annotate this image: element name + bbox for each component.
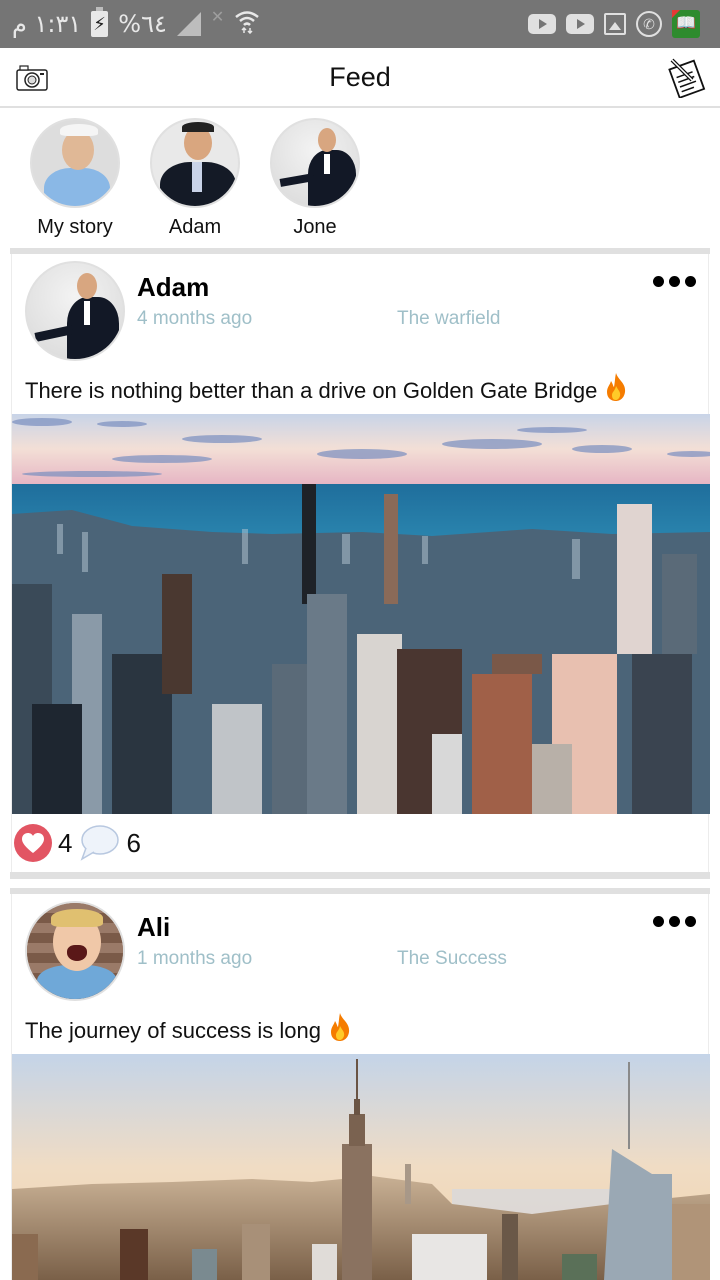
youtube-icon [528,14,556,34]
battery-percent: %٦٤ [118,10,167,38]
post-actions: 4 6 [12,814,710,872]
post-author[interactable]: Adam [137,272,209,303]
post-text-content: There is nothing better than a drive on … [25,378,598,403]
comment-count: 6 [126,827,141,858]
heart-icon [22,833,44,853]
more-options-button[interactable] [653,916,696,927]
post-text: The journey of success is long [25,1012,353,1044]
like-button[interactable] [14,824,52,862]
fire-emoji-icon [331,1013,350,1041]
avatar [150,118,240,208]
no-sim-icon: ✕ [210,9,225,26]
dot-icon [653,276,664,287]
dot-icon [685,276,696,287]
post-author[interactable]: Ali [137,912,170,943]
like-count: 4 [58,827,73,858]
app-bar: Feed [0,48,720,108]
divider [10,872,710,879]
post-text: There is nothing better than a drive on … [25,372,629,404]
book-app-icon: 📖 [672,10,700,38]
post-time: 4 months ago [137,308,253,329]
status-time: ١:٣١ م [12,10,82,38]
chicago-skyline-photo [12,414,710,814]
post-image[interactable] [12,1054,710,1280]
stories-row: My story Adam Jone [0,110,720,248]
avatar [30,118,120,208]
comment-button[interactable] [78,824,120,862]
battery-charging-icon: ⚡ [91,7,109,37]
more-options-button[interactable] [653,276,696,287]
post-time: 1 months ago [137,948,253,969]
youtube-icon [566,14,594,34]
author-avatar[interactable] [25,261,125,361]
signal-icon [176,12,201,36]
compose-icon [668,58,706,99]
dot-icon [685,916,696,927]
whatsapp-icon: ✆ [636,11,662,37]
status-bar: ١:٣١ م ⚡ %٦٤ ✕ ✆ 📖 [0,0,720,48]
author-avatar[interactable] [25,901,125,1001]
gallery-icon [604,13,626,35]
story-label: My story [37,216,113,238]
post-location[interactable]: The warfield [397,308,501,330]
story-label: Jone [293,216,337,238]
post-card: Adam 4 months ago The warfield There is … [11,254,710,872]
compose-button[interactable] [666,56,708,99]
post-location[interactable]: The Success [397,948,507,970]
fire-emoji-icon [607,373,626,401]
dot-icon [653,916,664,927]
post-card: Ali 1 months ago The Success The journey… [11,894,710,1280]
post-text-content: The journey of success is long [25,1018,321,1043]
story-jone[interactable]: Jone [260,118,370,239]
dot-icon [669,276,680,287]
new-york-skyline-photo [12,1054,710,1280]
story-my-story[interactable]: My story [20,118,130,239]
story-label: Adam [168,216,222,238]
avatar [270,118,360,208]
comment-bubble-icon [81,825,120,861]
wifi-icon [234,8,260,41]
page-title: Feed [329,62,391,92]
dot-icon [669,916,680,927]
story-adam[interactable]: Adam [140,118,250,239]
post-image[interactable] [12,414,710,814]
